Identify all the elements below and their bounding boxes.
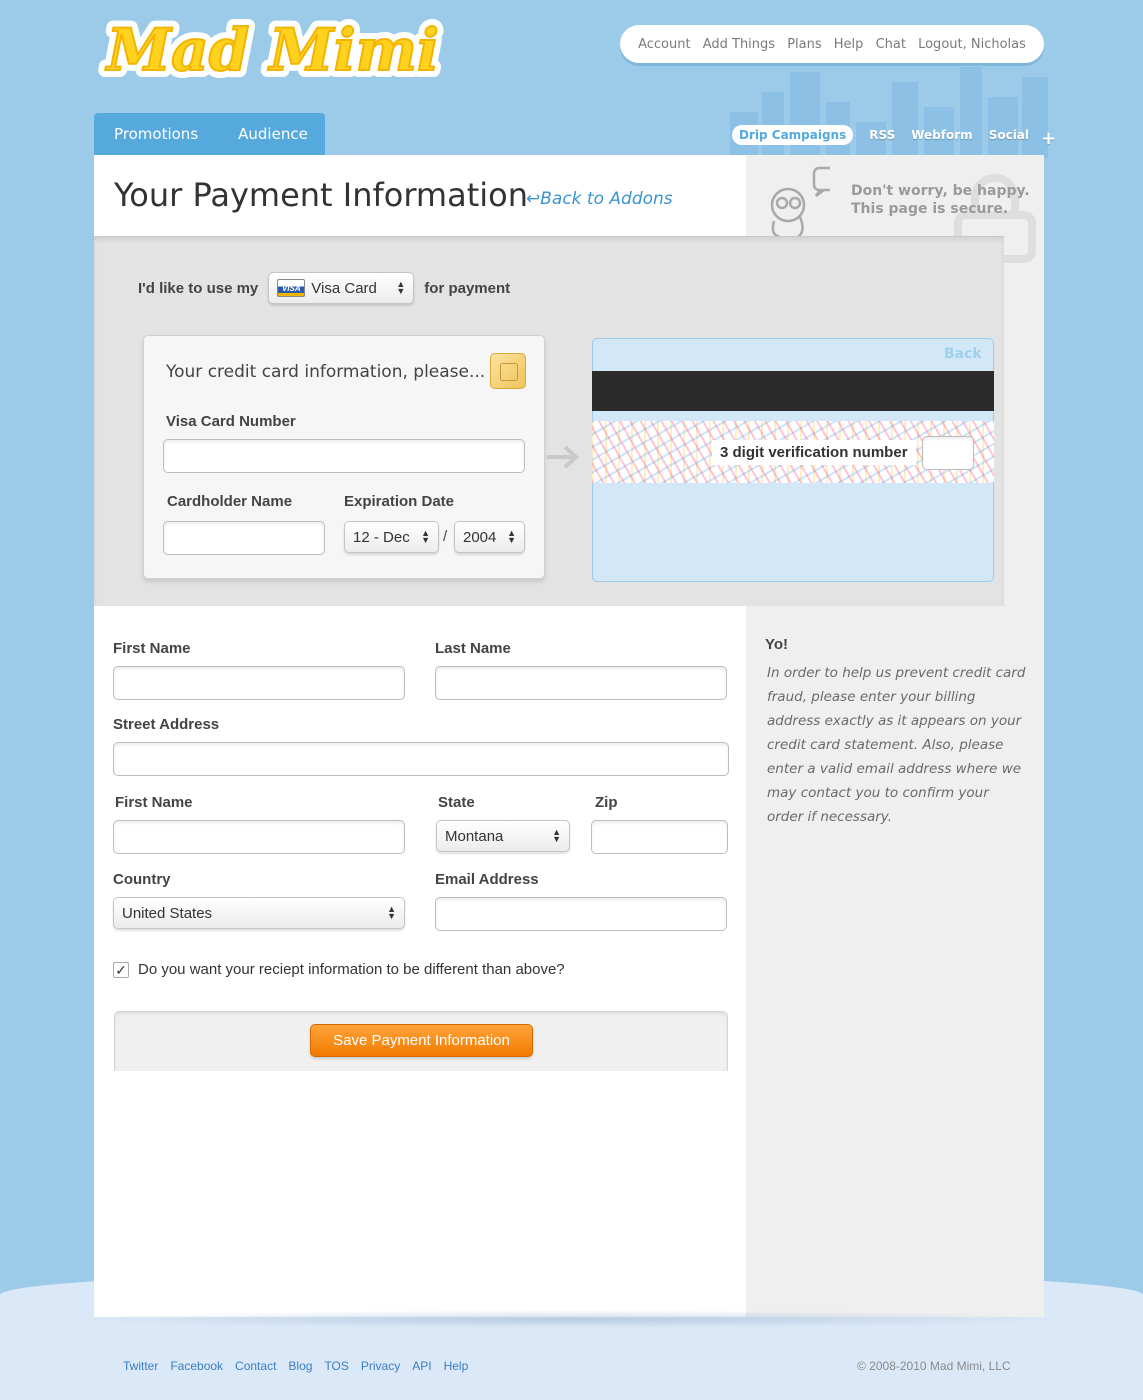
visa-card-icon: VISA <box>277 279 306 297</box>
exp-year-value: 2004 <box>463 528 497 546</box>
state-label: State <box>438 794 475 811</box>
svg-text:Mad Mimi: Mad Mimi <box>105 16 439 84</box>
main-tabs: Promotions Audience <box>94 113 325 155</box>
footer-facebook[interactable]: Facebook <box>170 1359 223 1373</box>
card-chip-icon <box>490 353 526 389</box>
state-select[interactable]: Montana ▲ ▼ <box>436 820 570 852</box>
card-back-label: Back <box>944 346 982 362</box>
tab-social[interactable]: Social <box>989 128 1029 142</box>
footer-twitter[interactable]: Twitter <box>123 1359 158 1373</box>
sidebar-title: Yo! <box>765 636 789 653</box>
nav-account[interactable]: Account <box>638 37 691 52</box>
exp-separator: / <box>443 528 448 545</box>
tab-rss[interactable]: RSS <box>869 128 895 142</box>
state-value: Montana <box>445 827 504 845</box>
card-type-value: Visa Card <box>311 279 377 297</box>
sidebar-text: In order to help us prevent credit card … <box>767 665 1026 825</box>
mimi-mascot-icon <box>770 166 830 239</box>
footer-links: Twitter Facebook Contact Blog TOS Privac… <box>123 1359 468 1373</box>
sub-tabs: Drip Campaigns RSS Webform Social + <box>732 124 1056 149</box>
tab-promotions[interactable]: Promotions <box>114 125 198 143</box>
tab-drip-campaigns[interactable]: Drip Campaigns <box>732 125 854 145</box>
add-tab-button[interactable]: + <box>1041 128 1056 149</box>
card-number-input[interactable] <box>163 439 525 473</box>
nav-help[interactable]: Help <box>834 37 864 52</box>
select-arrows-icon: ▲ ▼ <box>507 528 516 545</box>
different-receipt-checkbox[interactable]: ✓ <box>113 962 129 978</box>
payment-suffix: for payment <box>424 279 511 297</box>
cardholder-input[interactable] <box>163 521 325 555</box>
save-payment-button[interactable]: Save Payment Information <box>310 1024 533 1057</box>
city-input[interactable] <box>113 820 405 854</box>
email-input[interactable] <box>435 897 727 931</box>
last-name-label: Last Name <box>435 640 511 657</box>
country-select[interactable]: United States ▲ ▼ <box>113 897 405 929</box>
mad-mimi-logo[interactable]: Mad Mimi Mad Mimi <box>98 8 448 88</box>
nav-chat[interactable]: Chat <box>876 37 906 52</box>
select-arrows-icon: ▲ ▼ <box>552 827 561 844</box>
expiration-label: Expiration Date <box>344 493 455 510</box>
zip-input[interactable] <box>591 820 728 854</box>
footer-blog[interactable]: Blog <box>288 1359 312 1373</box>
tab-audience[interactable]: Audience <box>238 125 308 143</box>
arrow-right-icon <box>547 445 579 469</box>
footer-contact[interactable]: Contact <box>235 1359 276 1373</box>
footer-tos[interactable]: TOS <box>324 1359 348 1373</box>
card-front-title: Your credit card information, please... <box>166 362 486 382</box>
page-title: Your Payment Information <box>114 176 528 214</box>
cardholder-label: Cardholder Name <box>167 493 293 510</box>
footer-api[interactable]: API <box>412 1359 431 1373</box>
street-address-label: Street Address <box>113 716 220 733</box>
card-type-select[interactable]: VISA Visa Card ▲ ▼ <box>268 272 415 304</box>
first-name-label: First Name <box>113 640 191 657</box>
select-arrows-icon: ▲ ▼ <box>387 904 396 921</box>
tab-webform[interactable]: Webform <box>911 128 972 142</box>
zip-label: Zip <box>595 794 618 811</box>
back-to-addons-link[interactable]: ↩Back to Addons <box>526 189 673 209</box>
nav-add-things[interactable]: Add Things <box>703 37 775 52</box>
country-value: United States <box>122 904 213 922</box>
last-name-input[interactable] <box>435 666 727 700</box>
secure-line-2: This page is secure. <box>851 201 1009 217</box>
copyright: © 2008-2010 Mad Mimi, LLC <box>857 1359 1011 1373</box>
top-nav: Account Add Things Plans Help Chat Logou… <box>620 25 1044 63</box>
city-label: First Name <box>115 794 193 811</box>
exp-month-value: 12 - Dec <box>353 528 410 546</box>
different-receipt-label: Do you want your reciept information to … <box>138 961 565 978</box>
nav-logout[interactable]: Logout, Nicholas <box>918 37 1026 52</box>
secure-line-1: Don't worry, be happy. <box>851 183 1030 199</box>
footer-help[interactable]: Help <box>444 1359 469 1373</box>
magnetic-stripe <box>592 371 994 411</box>
payment-method-line: I'd like to use my VISA Visa Card ▲ ▼ for… <box>138 272 510 304</box>
payment-prefix: I'd like to use my <box>138 279 259 297</box>
select-arrows-icon: ▲ ▼ <box>421 528 430 545</box>
exp-month-select[interactable]: 12 - Dec ▲ ▼ <box>344 521 439 553</box>
footer-shadow <box>62 1310 1077 1328</box>
cvv-label: 3 digit verification number <box>712 440 916 465</box>
footer-privacy[interactable]: Privacy <box>361 1359 400 1373</box>
country-label: Country <box>113 871 171 888</box>
cvv-input[interactable] <box>922 436 974 470</box>
nav-plans[interactable]: Plans <box>787 37 821 52</box>
street-address-input[interactable] <box>113 742 729 776</box>
exp-year-select[interactable]: 2004 ▲ ▼ <box>454 521 525 553</box>
select-arrows-icon: ▲ ▼ <box>396 279 406 296</box>
email-label: Email Address <box>435 871 539 888</box>
card-number-label: Visa Card Number <box>166 413 296 430</box>
first-name-input[interactable] <box>113 666 405 700</box>
secure-message: Don't worry, be happy. This page is secu… <box>851 182 1031 218</box>
back-to-addons-label: Back to Addons <box>540 189 673 209</box>
